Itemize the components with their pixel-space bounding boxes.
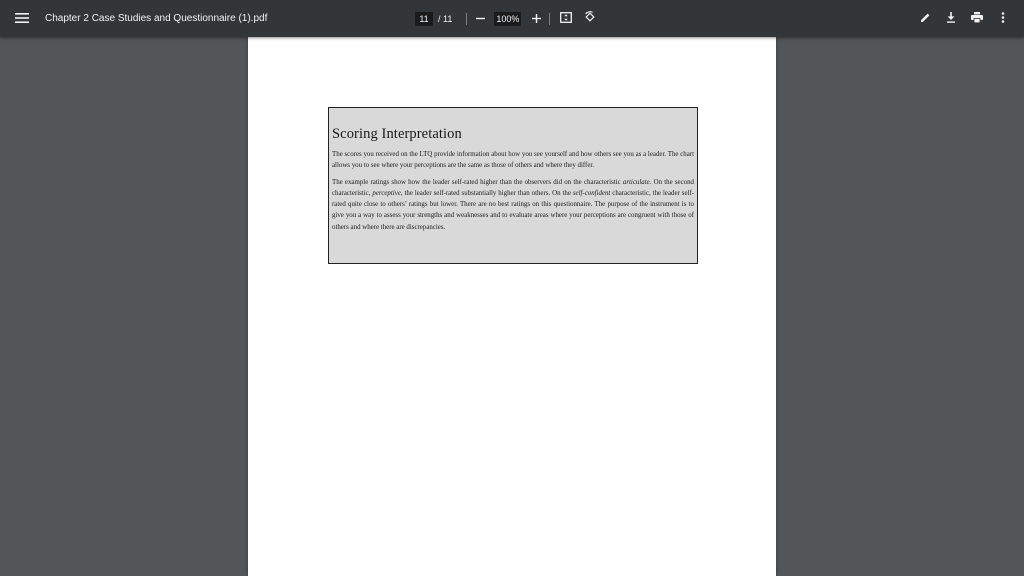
toolbar-right	[912, 0, 1016, 37]
italic-term-perceptive: perceptive	[372, 189, 401, 197]
pdf-viewer-area[interactable]: Scoring Interpretation The scores you re…	[0, 37, 1024, 576]
rotate-button[interactable]	[579, 8, 601, 30]
document-title: Chapter 2 Case Studies and Questionnaire…	[45, 13, 268, 24]
toolbar-divider	[466, 12, 468, 25]
scoring-interpretation-box: Scoring Interpretation The scores you re…	[328, 107, 698, 264]
zoom-level-input[interactable]: 100%	[494, 11, 522, 26]
fit-page-icon	[560, 10, 573, 28]
page-total: / 11	[438, 13, 453, 24]
zoom-in-button[interactable]	[525, 8, 547, 30]
paragraph-text: , the leader self-rated substantially hi…	[400, 189, 573, 197]
pdf-page: Scoring Interpretation The scores you re…	[248, 37, 776, 576]
zoom-out-button[interactable]	[469, 8, 491, 30]
download-button[interactable]	[938, 8, 964, 30]
rotate-icon	[584, 10, 596, 28]
menu-icon	[15, 10, 29, 28]
download-icon	[946, 10, 956, 28]
zoom-out-icon	[475, 10, 485, 28]
italic-term-self-confident: self-confident	[572, 189, 611, 197]
paragraph-intro: The scores you received on the LTQ provi…	[332, 151, 694, 170]
paragraph-example-ratings: The example ratings show how the leader …	[332, 177, 694, 233]
italic-term-articulate: articulate	[622, 178, 650, 186]
menu-button[interactable]	[0, 0, 44, 37]
toolbar-left: Chapter 2 Case Studies and Questionnaire…	[0, 0, 267, 37]
page-number-input[interactable]: 11	[415, 11, 433, 26]
paragraph-text: The example ratings show how the leader …	[332, 178, 623, 186]
print-icon	[971, 10, 983, 28]
edit-button[interactable]	[912, 8, 938, 30]
fit-page-button[interactable]	[555, 8, 577, 30]
pdf-toolbar: Chapter 2 Case Studies and Questionnaire…	[0, 0, 1024, 37]
zoom-in-icon	[531, 10, 541, 28]
more-options-button[interactable]	[990, 8, 1016, 30]
page-zoom-controls: 11 / 11 100%	[410, 0, 601, 37]
toolbar-divider	[549, 12, 551, 25]
more-icon	[1001, 10, 1005, 28]
section-heading: Scoring Interpretation	[332, 126, 462, 142]
print-button[interactable]	[964, 8, 990, 30]
edit-icon	[920, 10, 931, 28]
